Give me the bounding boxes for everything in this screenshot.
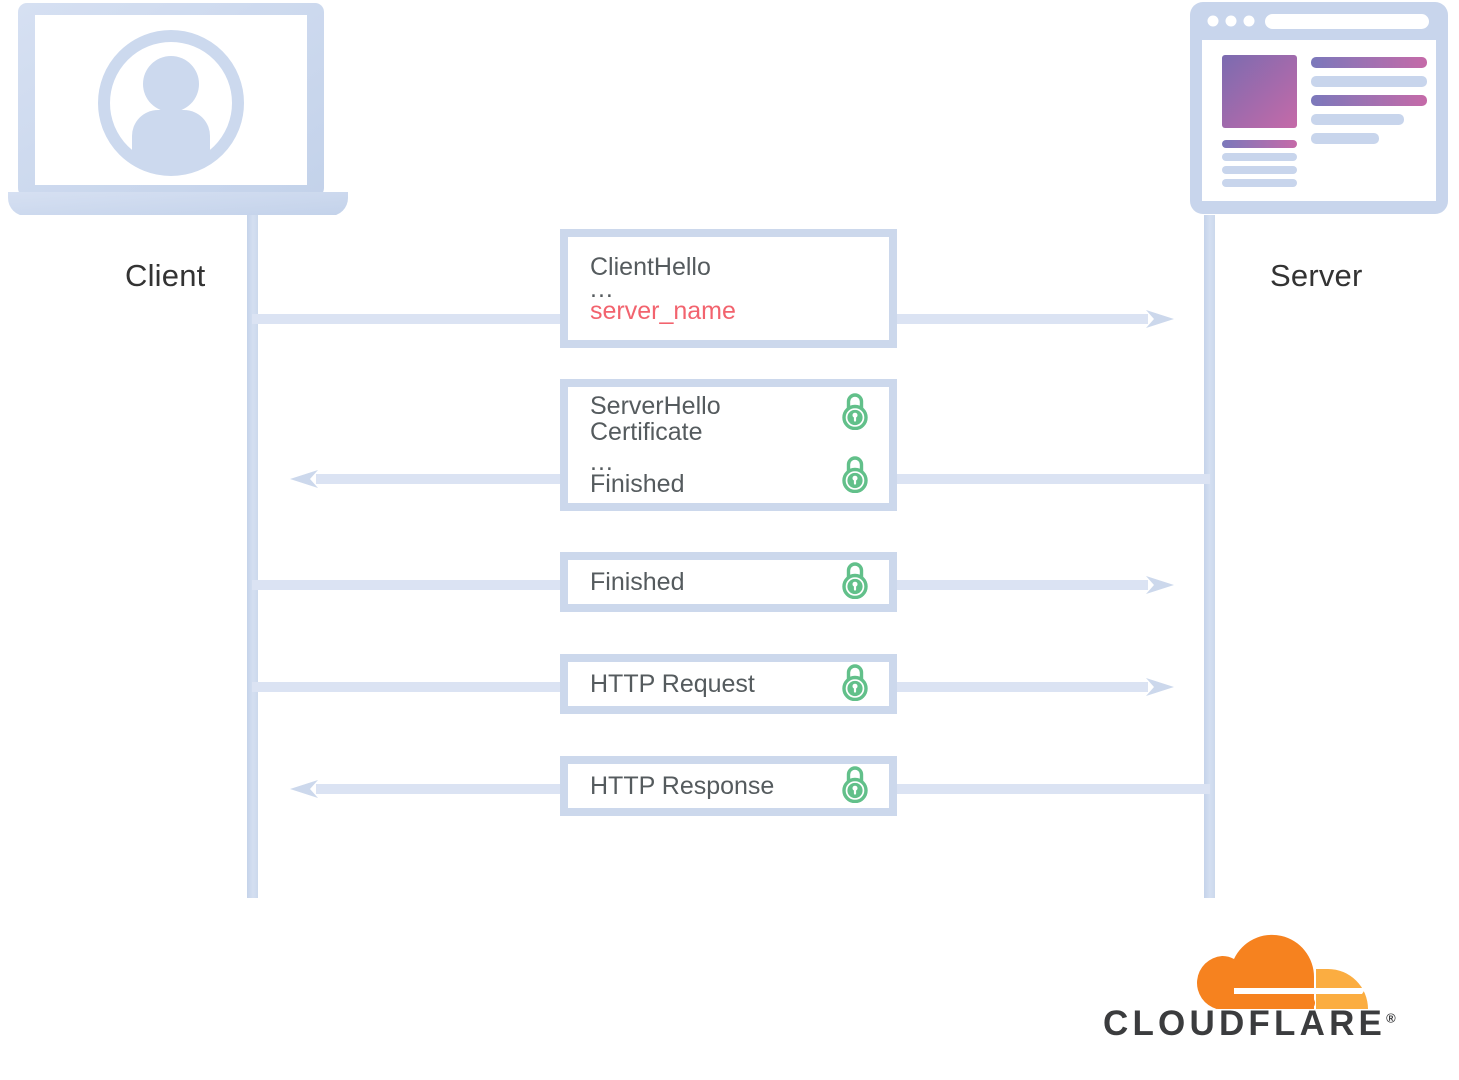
lock-group [839,561,889,604]
lock-icon [839,663,871,706]
message-line: Finished [590,470,685,498]
arrowhead-right [1146,310,1174,328]
lock-group [839,392,889,498]
message-box-http-request: HTTP Request [560,654,897,714]
message-lines: HTTP Request [590,671,755,697]
lock-group [839,765,889,808]
arrowhead-right [1146,576,1174,594]
lock-icon [839,561,871,604]
cloudflare-wordmark-text: CLOUDFLARE [1103,1004,1387,1043]
message-lines: ServerHello Certificate ... Finished [590,393,721,497]
lock-icon [839,765,871,808]
lock-icon [839,392,871,435]
server-browser-icon [1188,0,1450,218]
message-box-server-hello: ServerHello Certificate ... Finished [560,379,897,511]
message-box-client-hello: ClientHello ... server_name [560,229,897,348]
message-line: Certificate [590,418,703,446]
cloudflare-wordmark: CLOUDFLARE® [1103,1004,1396,1044]
arrowhead-left [290,470,318,488]
message-line-ellipsis: ... [590,448,614,476]
server-label: Server [1270,258,1363,293]
client-laptop-icon [8,0,348,216]
message-box-client-finished: Finished [560,552,897,612]
message-line-ellipsis: ... [590,274,614,303]
message-line: HTTP Response [590,772,775,800]
message-lines: ClientHello ... server_name [590,254,736,324]
tls-handshake-diagram: Client Server ClientHello ... server_nam… [0,0,1459,1080]
lock-group [839,663,889,706]
message-line: ServerHello [590,392,721,420]
message-line: HTTP Request [590,670,755,698]
message-line: Finished [590,568,685,596]
arrowhead-left [290,780,318,798]
registered-trademark-symbol: ® [1386,1010,1396,1026]
message-line-server-name: server_name [590,296,736,325]
message-lines: Finished [590,569,685,595]
lock-icon [839,455,871,498]
message-lines: HTTP Response [590,773,774,799]
arrowhead-right [1146,678,1174,696]
message-box-http-response: HTTP Response [560,756,897,816]
client-label: Client [125,258,206,293]
